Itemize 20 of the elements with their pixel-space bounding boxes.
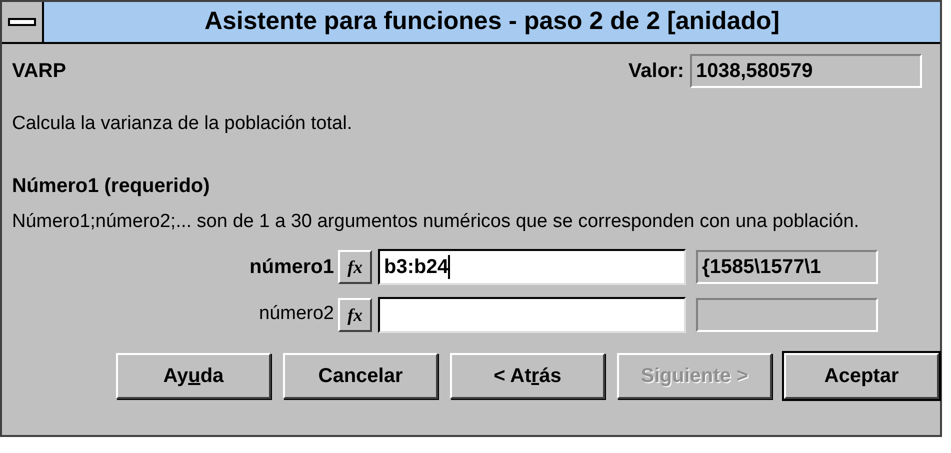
dialog-button[interactable]: < Atrás (450, 352, 605, 398)
value-label: Valor: (628, 59, 684, 84)
window-title: Asistente para funciones - paso 2 de 2 [anidado] (203, 6, 781, 38)
system-menu-button[interactable] (2, 2, 44, 42)
argument-heading: Número1 (requerido) (11, 174, 211, 198)
dialog-button[interactable]: Aceptar (784, 352, 939, 398)
argument-description: Número1;número2;... son de 1 a 30 argumentos numéricos que se corresponden con una población. (11, 210, 860, 234)
argument-label: número2 (258, 302, 335, 326)
argument-label: número1 (248, 254, 335, 280)
dialog-button[interactable]: Ayuda (116, 352, 271, 398)
argument-result: {1585\1577\1 (696, 250, 878, 284)
function-button[interactable]: fx (338, 298, 372, 332)
minus-icon (8, 18, 36, 26)
value-display: 1038,580579 (690, 54, 922, 88)
dialog-button[interactable]: Cancelar (283, 352, 438, 398)
argument-input[interactable] (378, 296, 686, 332)
function-name: VARP (12, 59, 66, 84)
argument-input[interactable]: b3:b24 (378, 248, 686, 284)
function-description: Calcula la varianza de la población total. (11, 112, 354, 136)
function-button[interactable]: fx (338, 250, 372, 284)
